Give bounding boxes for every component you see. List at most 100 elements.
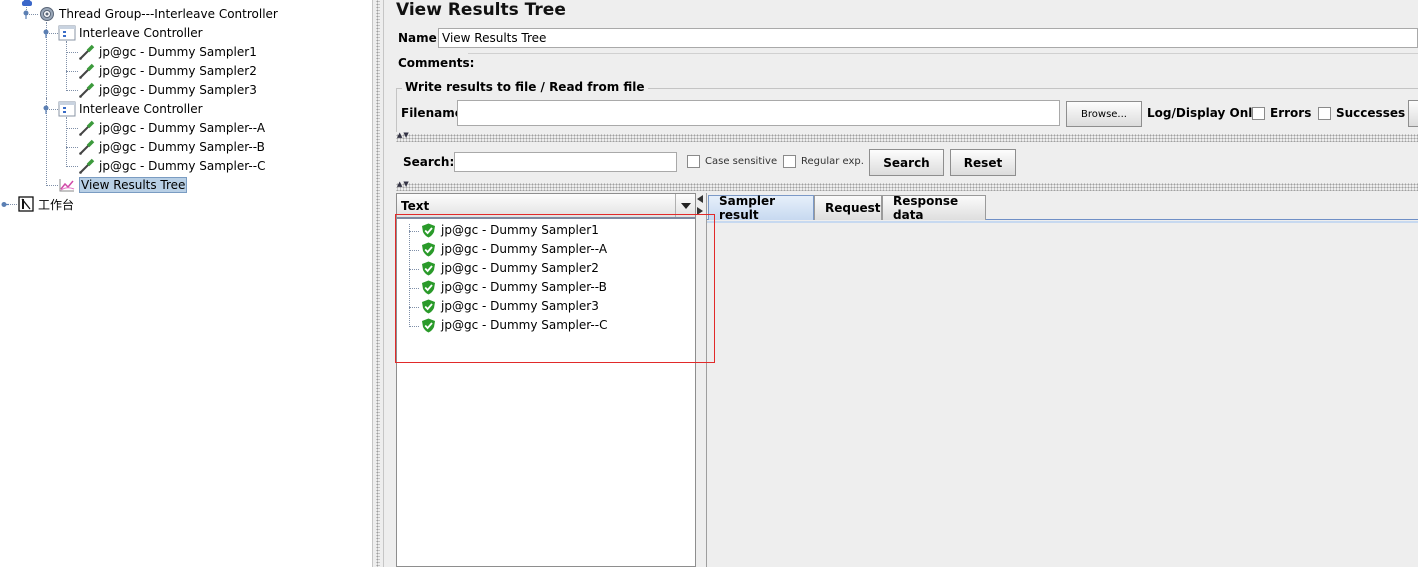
gear-icon — [40, 7, 54, 21]
collapse-divider[interactable] — [396, 134, 1418, 142]
renderer-dropdown[interactable] — [675, 194, 695, 217]
result-item[interactable]: jp@gc - Dummy Sampler--C — [421, 316, 607, 334]
errors-checkbox[interactable]: Errors — [1252, 106, 1311, 120]
regular-exp-checkbox[interactable]: Regular exp. — [783, 155, 864, 168]
case-sensitive-label: Case sensitive — [705, 156, 778, 167]
success-shield-icon — [422, 280, 435, 294]
result-item-label: jp@gc - Dummy Sampler2 — [441, 261, 599, 275]
result-item[interactable]: jp@gc - Dummy Sampler--B — [421, 278, 607, 296]
comments-field[interactable] — [468, 53, 1418, 73]
search-input[interactable] — [454, 152, 677, 172]
tree-item-sampler[interactable]: jp@gc - Dummy Sampler2 — [78, 62, 257, 80]
result-item-label: jp@gc - Dummy Sampler1 — [441, 223, 599, 237]
result-item[interactable]: jp@gc - Dummy Sampler2 — [421, 259, 599, 277]
tab-sampler-result[interactable]: Sampler result — [708, 194, 814, 222]
result-item[interactable]: jp@gc - Dummy Sampler3 — [421, 297, 599, 315]
tree-item-interleave-controller-1[interactable]: Interleave Controller — [58, 24, 203, 42]
successes-checkbox[interactable]: Successes — [1318, 106, 1405, 120]
result-item[interactable]: jp@gc - Dummy Sampler--A — [421, 240, 607, 258]
tree-item-sampler[interactable]: jp@gc - Dummy Sampler1 — [78, 43, 257, 61]
tree-item-label: jp@gc - Dummy Sampler1 — [99, 45, 257, 59]
page-title: View Results Tree — [396, 0, 566, 20]
test-plan-label-cropped — [40, 0, 92, 4]
tree-item-label: View Results Tree — [79, 177, 188, 193]
graph-icon — [59, 179, 75, 192]
view-results-tree-panel: View Results Tree Name: Comments: Write … — [384, 0, 1418, 567]
reset-button[interactable]: Reset — [950, 149, 1016, 176]
tree-item-sampler[interactable]: jp@gc - Dummy Sampler3 — [78, 81, 257, 99]
success-shield-icon — [422, 223, 435, 237]
pipette-icon — [79, 82, 95, 98]
filename-input[interactable] — [457, 100, 1060, 126]
tree-item-label: Interleave Controller — [79, 26, 203, 40]
expand-handle-icon[interactable] — [22, 10, 30, 19]
tab-content-edge — [707, 221, 1418, 223]
write-results-legend: Write results to file / Read from file — [402, 80, 648, 94]
tab-response-data[interactable]: Response data — [882, 194, 986, 222]
regular-exp-label: Regular exp. — [801, 156, 864, 167]
expand-right-icon[interactable] — [697, 207, 703, 215]
result-item-label: jp@gc - Dummy Sampler--B — [441, 280, 607, 294]
tree-item-label: Thread Group---Interleave Controller — [59, 7, 278, 21]
configure-button-cropped[interactable] — [1408, 100, 1418, 127]
tree-item-label: jp@gc - Dummy Sampler--A — [99, 121, 266, 135]
expand-handle-icon[interactable] — [42, 29, 50, 38]
expand-handle-icon[interactable] — [42, 105, 50, 114]
tree-item-view-results-tree[interactable]: View Results Tree — [58, 176, 188, 194]
text-header-label: Text — [401, 199, 430, 213]
filename-label: Filename — [401, 106, 463, 120]
pipette-icon — [79, 139, 95, 155]
controller-icon — [58, 25, 76, 41]
result-list-header: Text — [397, 194, 695, 219]
controller-icon — [58, 101, 76, 117]
result-detail-tabs: Sampler result Request Response data — [706, 193, 1418, 567]
case-sensitive-checkbox[interactable]: Case sensitive — [687, 155, 777, 168]
result-item-label: jp@gc - Dummy Sampler--C — [441, 318, 608, 332]
tree-item-thread-group[interactable]: Thread Group---Interleave Controller — [38, 5, 278, 23]
checkbox-box — [1318, 106, 1331, 120]
result-splitter[interactable] — [696, 193, 706, 567]
tree-item-label: Interleave Controller — [79, 102, 203, 116]
result-item[interactable]: jp@gc - Dummy Sampler1 — [421, 221, 599, 239]
tree-item-label: jp@gc - Dummy Sampler3 — [99, 83, 257, 97]
result-item-label: jp@gc - Dummy Sampler3 — [441, 299, 599, 313]
pipette-icon — [79, 44, 95, 60]
tree-item-sampler[interactable]: jp@gc - Dummy Sampler--B — [78, 138, 265, 156]
test-plan-icon — [22, 0, 32, 6]
successes-label: Successes — [1336, 106, 1406, 120]
collapse-arrows-icon[interactable]: ▲▼ — [397, 180, 410, 188]
comments-label: Comments: — [398, 56, 475, 70]
workbench-icon — [18, 196, 34, 212]
collapse-handle-icon[interactable] — [1, 200, 9, 209]
success-shield-icon — [422, 299, 435, 313]
tree-item-interleave-controller-2[interactable]: Interleave Controller — [58, 100, 203, 118]
test-plan-tree: Thread Group---Interleave Controller Int… — [0, 0, 372, 567]
success-shield-icon — [422, 318, 435, 332]
search-label: Search: — [403, 155, 455, 169]
tree-item-label: jp@gc - Dummy Sampler--B — [99, 140, 265, 154]
checkbox-box — [783, 155, 796, 168]
collapse-left-icon[interactable] — [697, 195, 703, 203]
tree-item-sampler[interactable]: jp@gc - Dummy Sampler--A — [78, 119, 265, 137]
collapse-divider[interactable] — [396, 183, 1418, 191]
tree-item-label: 工作台 — [38, 197, 75, 212]
name-input[interactable] — [438, 28, 1418, 48]
success-shield-icon — [422, 261, 435, 275]
pipette-icon — [79, 63, 95, 79]
panel-splitter[interactable] — [372, 0, 384, 567]
tab-strip: Sampler result Request Response data — [707, 193, 1418, 222]
result-item-label: jp@gc - Dummy Sampler--A — [441, 242, 608, 256]
checkbox-box — [687, 155, 700, 168]
tab-request[interactable]: Request — [814, 195, 882, 220]
tree-item-workbench[interactable]: 工作台 — [17, 195, 74, 213]
name-label: Name: — [398, 31, 442, 45]
tree-item-sampler[interactable]: jp@gc - Dummy Sampler--C — [78, 157, 265, 175]
tree-item-label: jp@gc - Dummy Sampler--C — [99, 159, 266, 173]
errors-label: Errors — [1270, 106, 1312, 120]
log-display-label: Log/Display Only: — [1147, 106, 1265, 120]
collapse-arrows-icon[interactable]: ▲▼ — [397, 131, 410, 139]
checkbox-box — [1252, 106, 1265, 120]
chevron-down-icon — [680, 202, 691, 209]
browse-button[interactable]: Browse... — [1066, 101, 1142, 127]
search-button[interactable]: Search — [869, 149, 944, 176]
